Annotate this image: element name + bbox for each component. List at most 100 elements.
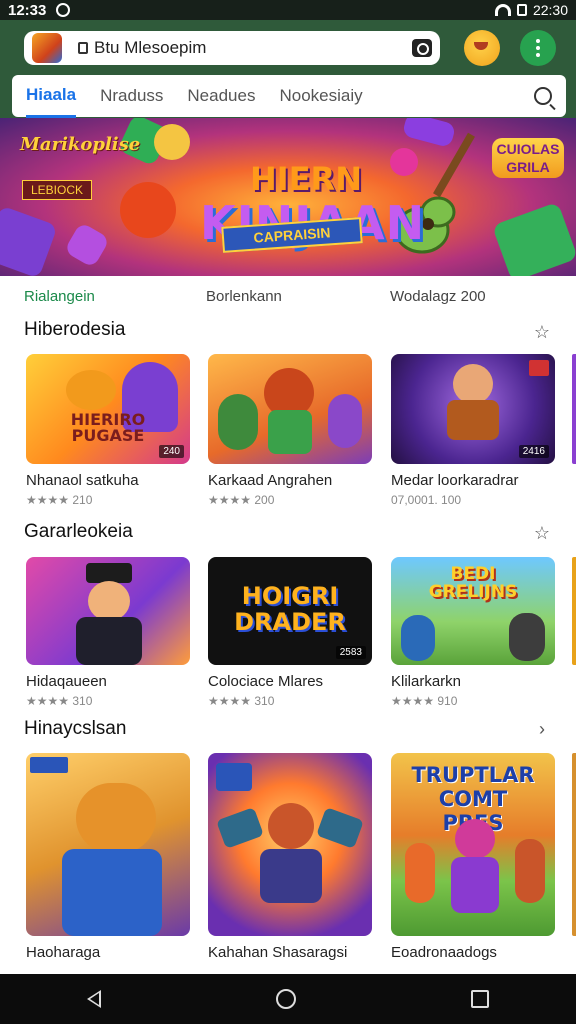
- character-art: [268, 410, 312, 454]
- notification-icon: [56, 3, 71, 17]
- status-right-time: 22:30: [532, 2, 568, 18]
- thumbnail-badge-icon: [30, 757, 68, 773]
- thumbnail-badge: 2416: [518, 445, 549, 458]
- app-card[interactable]: TRUPTLAR COMT PRES Eoadronaadogs: [391, 753, 555, 961]
- app-name: Klilarkarkn: [391, 673, 462, 690]
- app-rating: ★★★★ 210: [26, 493, 93, 507]
- character-art: [453, 364, 493, 404]
- character-art: [455, 819, 495, 859]
- app-name: Kahahan Shasaragsi: [208, 944, 348, 961]
- app-header: Btu Mlesoepim Hiaala Nraduss Neadues Noo…: [0, 20, 576, 118]
- app-name: Karkaad Angrahen: [208, 472, 333, 489]
- app-thumbnail: BEDI GRELIJNS: [391, 557, 555, 665]
- info-item[interactable]: Borlenkann: [206, 288, 282, 305]
- character-art: [62, 849, 162, 936]
- next-card-peek[interactable]: [572, 753, 576, 936]
- character-art: [509, 613, 545, 661]
- app-name: Hidaqaueen: [26, 673, 107, 690]
- app-name: Colociace Mlares: [208, 673, 324, 690]
- gem-decoration: [63, 221, 111, 269]
- next-card-peek[interactable]: [572, 354, 576, 464]
- character-art: [66, 370, 116, 410]
- home-icon[interactable]: [275, 989, 296, 1009]
- character-art: [515, 839, 545, 903]
- banner-badge: LEBIOCK: [22, 180, 93, 200]
- tab-1[interactable]: Hiaala: [26, 75, 77, 118]
- character-decoration: [120, 182, 176, 238]
- app-thumbnail: [208, 753, 372, 936]
- next-card-peek[interactable]: [572, 557, 576, 665]
- app-name: Medar loorkaradrar: [391, 472, 519, 489]
- system-nav-bar: [0, 974, 576, 1024]
- gem-decoration: [491, 201, 576, 276]
- section-title: Gararleokeia: [24, 521, 133, 542]
- search-bar[interactable]: Btu Mlesoepim: [24, 31, 440, 65]
- app-card[interactable]: Hidaqaueen ★★★★ 310: [26, 557, 190, 708]
- character-art: [260, 849, 322, 903]
- banner-logo-right: CUIOLAS GRILA: [492, 138, 564, 178]
- character-art: [268, 803, 314, 849]
- app-name: Haoharaga: [26, 944, 101, 961]
- app-rating: ★★★★ 310: [26, 694, 93, 708]
- thumbnail-title: HIERIRO PUGASE: [70, 410, 146, 445]
- app-rating: ★★★★ 200: [208, 493, 275, 507]
- info-item[interactable]: Rialangein: [24, 288, 95, 305]
- coin-decoration: [154, 124, 190, 160]
- character-art: [76, 783, 156, 853]
- section-title: Hiberodesia: [24, 319, 126, 340]
- app-rating: ★★★★ 310: [208, 694, 275, 708]
- app-card[interactable]: BEDI GRELIJNS Klilarkarkn ★★★★ 910: [391, 557, 555, 708]
- info-item[interactable]: Wodalagz 200: [390, 288, 486, 305]
- section-title: Hinaycslsan: [24, 718, 127, 739]
- tab-2[interactable]: Nraduss: [100, 76, 163, 116]
- app-card[interactable]: HIERIRO PUGASE 240 Nhanaol satkuha ★★★★ …: [26, 354, 190, 507]
- banner-title-line1: HIERN: [250, 160, 362, 198]
- app-thumbnail: [208, 354, 372, 464]
- character-art: [88, 581, 130, 621]
- star-outline-icon[interactable]: ☆: [533, 524, 551, 542]
- more-options-button[interactable]: [520, 30, 556, 66]
- camera-icon[interactable]: [412, 39, 432, 57]
- character-art: [316, 807, 364, 849]
- character-art: [218, 394, 258, 450]
- battery-icon: [516, 4, 527, 16]
- app-card[interactable]: 2416 Medar loorkaradrar 07,0001. 100: [391, 354, 555, 507]
- character-art: [405, 843, 435, 903]
- app-thumbnail: [26, 753, 190, 936]
- character-art: [86, 563, 132, 583]
- star-outline-icon[interactable]: ☆: [533, 323, 551, 341]
- app-card[interactable]: HOIGRI DRADER 2583 Colociace Mlares ★★★★…: [208, 557, 372, 708]
- info-strip: Rialangein Borlenkann Wodalagz 200: [0, 276, 576, 316]
- tab-3[interactable]: Neadues: [187, 76, 255, 116]
- recent-apps-icon[interactable]: [470, 990, 489, 1008]
- character-art: [451, 857, 499, 913]
- character-art: [401, 615, 435, 661]
- app-card[interactable]: Haoharaga: [26, 753, 190, 961]
- rewards-icon[interactable]: [464, 30, 500, 66]
- featured-banner[interactable]: Marikoplise LEBIOCK HIERN KINJAAN CAPRAI…: [0, 118, 576, 276]
- search-query[interactable]: Btu Mlesoepim: [94, 38, 206, 58]
- character-art: [76, 617, 142, 665]
- lock-icon: [78, 42, 88, 54]
- app-name: Eoadronaadogs: [391, 944, 497, 961]
- wifi-icon: [494, 4, 511, 16]
- account-avatar[interactable]: [32, 33, 62, 63]
- search-row: Btu Mlesoepim: [0, 28, 576, 68]
- back-icon[interactable]: [87, 990, 102, 1008]
- app-card[interactable]: Karkaad Angrahen ★★★★ 200: [208, 354, 372, 507]
- status-time: 12:33: [8, 1, 47, 19]
- search-icon[interactable]: [534, 87, 552, 105]
- app-rating: ★★★★ 910: [391, 694, 458, 708]
- app-thumbnail: 2416: [391, 354, 555, 464]
- app-rating: 07,0001. 100: [391, 493, 462, 507]
- status-bar: 12:33 22:30: [0, 0, 576, 20]
- thumbnail-badge-icon: [529, 360, 549, 376]
- thumbnail-badge: 2583: [335, 646, 366, 659]
- thumbnail-title: BEDI GRELIJNS: [428, 564, 518, 602]
- character-art: [447, 400, 499, 440]
- app-card[interactable]: Kahahan Shasaragsi: [208, 753, 372, 961]
- chevron-right-icon[interactable]: ›: [533, 720, 551, 738]
- tab-4[interactable]: Nookesiaiy: [279, 76, 362, 116]
- gem-decoration: [0, 205, 58, 276]
- banner-logo: Marikoplise: [20, 134, 141, 155]
